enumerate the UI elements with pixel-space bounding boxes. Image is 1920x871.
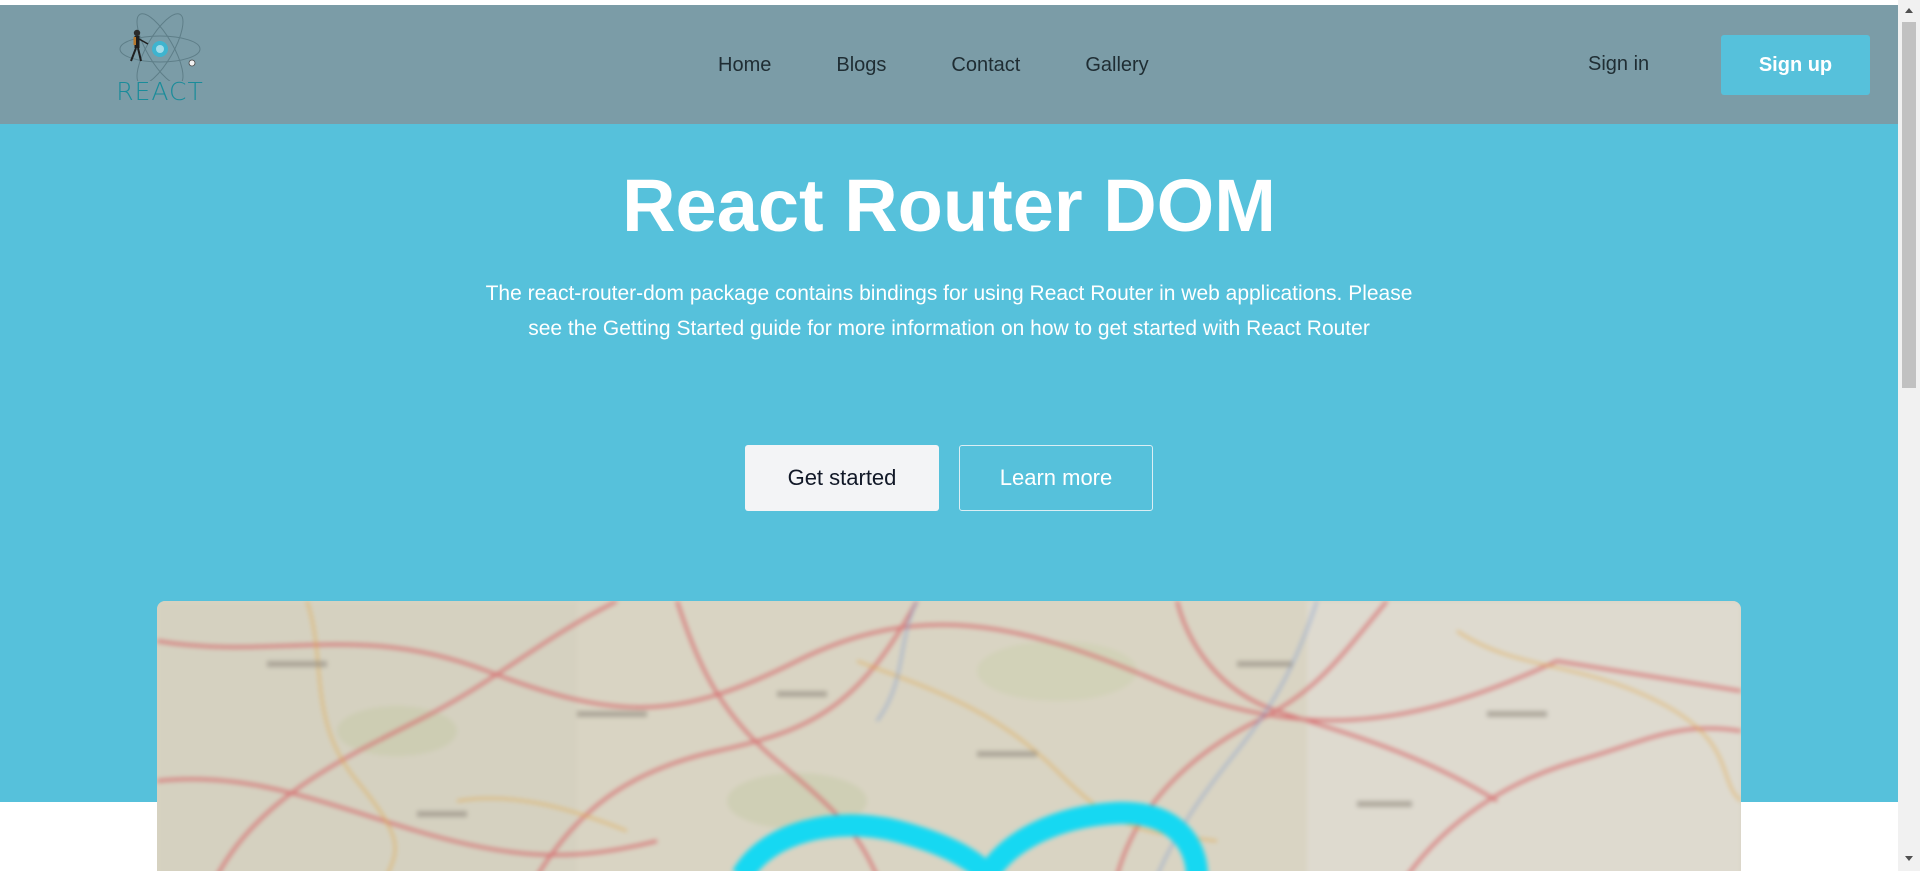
atom-react-logo-icon xyxy=(119,13,201,81)
scroll-down-arrow-icon[interactable] xyxy=(1905,856,1913,861)
scrollbar-thumb[interactable] xyxy=(1902,22,1916,388)
hero-description: The react-router-dom package contains bi… xyxy=(485,282,1413,340)
get-started-button[interactable]: Get started xyxy=(745,445,939,511)
learn-more-button[interactable]: Learn more xyxy=(959,445,1153,511)
nav-gallery-link[interactable]: Gallery xyxy=(1085,53,1148,77)
hero-title: React Router DOM xyxy=(622,164,1276,247)
nav-home-link[interactable]: Home xyxy=(718,53,771,77)
main-nav: Home Blogs Contact Gallery xyxy=(718,5,1214,124)
sign-up-button[interactable]: Sign up xyxy=(1721,35,1870,95)
nav-contact-link[interactable]: Contact xyxy=(951,53,1020,77)
logo-wordmark: REACT xyxy=(116,77,204,106)
site-header: REACT Home Blogs Contact Gallery Sign in… xyxy=(0,5,1898,124)
hero-image xyxy=(157,601,1741,871)
vertical-scrollbar[interactable] xyxy=(1898,0,1920,871)
scroll-up-arrow-icon[interactable] xyxy=(1905,8,1913,13)
blurred-road-map-image xyxy=(157,601,1741,871)
nav-blogs-link[interactable]: Blogs xyxy=(836,53,886,77)
browser-viewport: REACT Home Blogs Contact Gallery Sign in… xyxy=(0,0,1920,871)
logo[interactable]: REACT xyxy=(104,11,216,119)
page: REACT Home Blogs Contact Gallery Sign in… xyxy=(0,5,1898,871)
logo-tagline xyxy=(104,107,216,113)
sign-in-link[interactable]: Sign in xyxy=(1588,5,1649,124)
